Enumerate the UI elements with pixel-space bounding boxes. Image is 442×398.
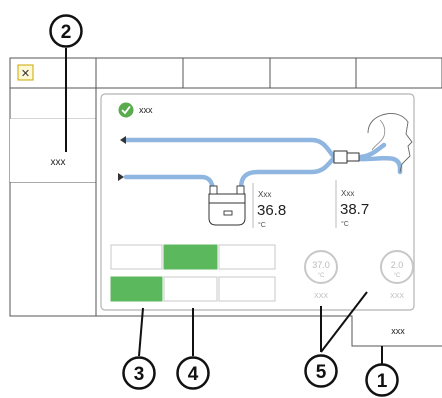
sidebar-item-label: xxx (51, 157, 66, 168)
mode-button-r2-2[interactable] (163, 276, 218, 302)
sidebar-item-1[interactable] (10, 88, 96, 119)
toolbar-tab-5[interactable] (356, 58, 442, 88)
callout-4: 4 (176, 356, 210, 390)
toolbar-tab-3[interactable] (183, 58, 270, 88)
humidifier-temp-value: 36.8 (257, 202, 286, 219)
left-sidebar: xxx (9, 87, 97, 317)
y-piece-icon (333, 150, 360, 164)
setting-value: 2.0 (391, 260, 404, 270)
callout-number: 5 (316, 362, 327, 383)
toolbar-tab-2[interactable] (96, 58, 183, 88)
setting-label: XXX (314, 293, 328, 300)
callout-number: 1 (377, 371, 388, 392)
humidifier-temp-unit: °C (258, 221, 266, 229)
mode-button-r2-3[interactable] (218, 276, 276, 302)
callout-number: 3 (134, 364, 145, 385)
patient-label: Xxx (341, 189, 354, 198)
callout-5: 5 (304, 354, 338, 388)
setting-unit: °C (394, 273, 401, 279)
status-text: xxx (139, 105, 153, 115)
humidifier-label: Xxx (258, 190, 271, 199)
callout-1: 1 (365, 363, 399, 397)
callout-3-leader (138, 307, 144, 357)
sidebar-item-selected[interactable] (10, 119, 96, 182)
close-icon: ✕ (21, 68, 30, 80)
patient-temp-unit: °C (341, 220, 349, 228)
setting-label: XXX (390, 293, 404, 300)
ui-diagram: ✕ xxx xxx Xxx 36.8 °C Xxx 38.7 °C 37.0 °… (9, 14, 442, 397)
top-toolbar: ✕ (9, 57, 442, 89)
setting-value: 37.0 (312, 260, 330, 270)
corner-tab-label: xxx (391, 326, 405, 336)
callout-2: 2 (49, 14, 83, 48)
setting-unit: °C (318, 273, 325, 279)
mode-button-r1-1[interactable] (110, 244, 163, 270)
patient-temp-value: 38.7 (340, 201, 369, 218)
check-circle-icon (118, 102, 134, 118)
callout-number: 2 (61, 22, 72, 43)
mode-button-r1-3[interactable] (218, 244, 276, 270)
callout-3: 3 (122, 356, 156, 390)
toolbar-tab-4[interactable] (270, 58, 356, 88)
mode-button-r2-1-active[interactable] (110, 276, 163, 302)
callout-number: 4 (188, 364, 199, 385)
mode-button-r1-2-active[interactable] (163, 244, 218, 270)
